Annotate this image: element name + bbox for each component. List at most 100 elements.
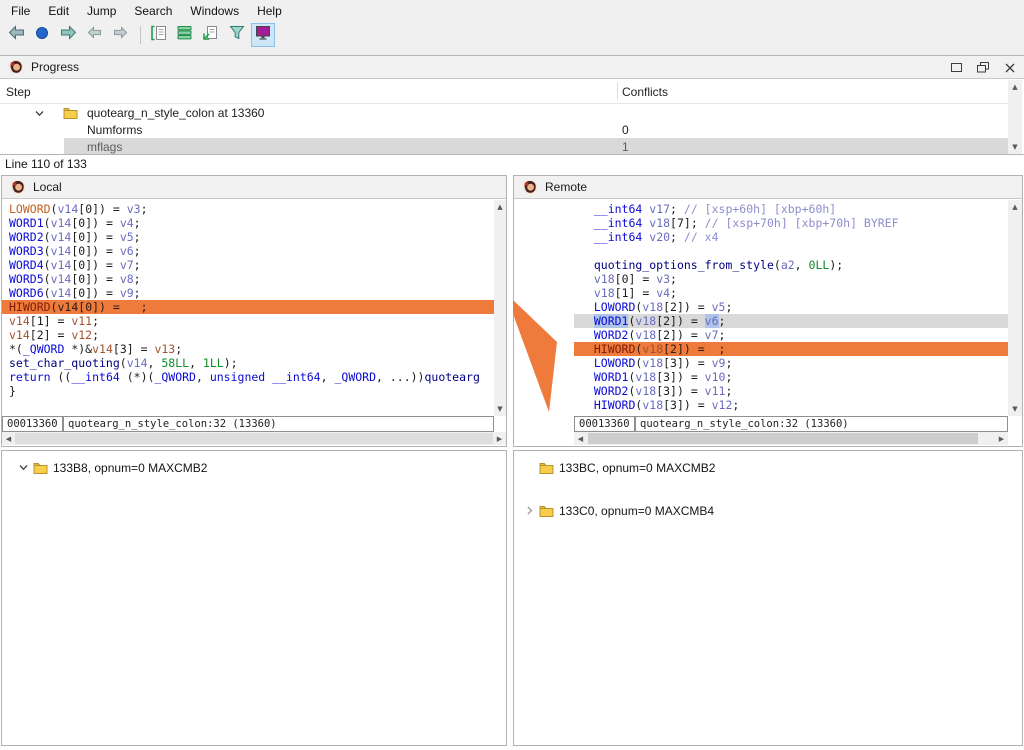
code-line[interactable]: WORD1(v18[2]) = v6;: [574, 314, 1008, 328]
scroll-down-icon[interactable]: ▼: [1008, 402, 1022, 416]
code-line[interactable]: }: [2, 384, 494, 398]
local-code: LOWORD(v14[0]) = v3;WORD1(v14[0]) = v4;W…: [2, 200, 494, 416]
local-pane-header[interactable]: Local: [2, 176, 506, 199]
code-line[interactable]: __int64 v17; // [xsp+60h] [xbp+60h]: [574, 202, 1008, 216]
menu-edit[interactable]: Edit: [39, 1, 78, 21]
menu-windows[interactable]: Windows: [181, 1, 248, 21]
expander-open-icon[interactable]: [16, 462, 30, 473]
code-line[interactable]: LOWORD(v18[3]) = v9;: [574, 356, 1008, 370]
code-line[interactable]: WORD2(v18[3]) = v11;: [574, 384, 1008, 398]
code-line[interactable]: v18[1] = v4;: [574, 286, 1008, 300]
remote-address: 00013360: [574, 416, 635, 432]
code-line[interactable]: v18[0] = v3;: [574, 272, 1008, 286]
code-line[interactable]: v14[2] = v12;: [2, 328, 494, 342]
code-line[interactable]: WORD2(v18[2]) = v7;: [574, 328, 1008, 342]
jump-back-icon: [87, 26, 102, 44]
folder-icon: [63, 106, 78, 122]
expander-closed-icon[interactable]: [522, 505, 536, 516]
merge-list-icon: [176, 25, 194, 46]
jump-forward-button[interactable]: [108, 23, 132, 47]
progress-row[interactable]: mflags1: [0, 138, 1008, 155]
tree-item[interactable]: 133BC, opnum=0 MAXCMB2: [514, 459, 715, 476]
local-hscrollbar[interactable]: ◀ ▶: [2, 432, 506, 445]
code-line[interactable]: [574, 244, 1008, 258]
menu-file[interactable]: File: [2, 1, 39, 21]
remote-hscrollbar[interactable]: ◀ ▶: [574, 432, 1008, 445]
code-line[interactable]: quoting_options_from_style(a2, 0LL);: [574, 258, 1008, 272]
code-line[interactable]: WORD5(v14[0]) = v8;: [2, 272, 494, 286]
code-line[interactable]: set_char_quoting(v14, 58LL, 1LL);: [2, 356, 494, 370]
progress-row-value: 0: [622, 123, 629, 137]
scroll-right-icon[interactable]: ▶: [493, 432, 506, 445]
ida-icon: [10, 179, 26, 195]
scroll-left-icon[interactable]: ◀: [574, 432, 587, 445]
selection-highlight: [64, 138, 1008, 155]
nav-forward-icon: [60, 25, 77, 45]
merge-docs-icon: [150, 25, 168, 46]
ida-merge-window: FileEditJumpSearchWindowsHelp: [0, 0, 1024, 750]
code-line[interactable]: WORD2(v14[0]) = v5;: [2, 230, 494, 244]
local-address: 00013360: [2, 416, 63, 432]
scroll-left-icon[interactable]: ◀: [2, 432, 15, 445]
scroll-up-icon[interactable]: ▲: [1008, 200, 1022, 214]
jump-forward-icon: [113, 26, 128, 44]
scroll-up-icon[interactable]: ▲: [1008, 80, 1022, 94]
progress-scrollbar[interactable]: ▲ ▼: [1008, 80, 1022, 154]
scrollbar-thumb[interactable]: [15, 433, 493, 444]
merge-docs-button[interactable]: [147, 23, 171, 47]
scroll-down-icon[interactable]: ▼: [1008, 140, 1022, 154]
progress-rows: quotearg_n_style_colon at 13360Numforms0…: [0, 56, 1024, 154]
local-vscrollbar[interactable]: ▲ ▼: [494, 200, 506, 416]
tree-item-label: 133BC, opnum=0 MAXCMB2: [559, 461, 715, 475]
nav-back-button[interactable]: [4, 23, 28, 47]
code-line[interactable]: __int64 v20; // x4: [574, 230, 1008, 244]
nav-current-button[interactable]: [30, 23, 54, 47]
filter-funnel-button[interactable]: [225, 23, 249, 47]
local-pane-title: Local: [33, 180, 62, 194]
code-line[interactable]: HIWORD(v18[2]) = ;: [574, 342, 1008, 356]
remote-function-status: quotearg_n_style_colon:32 (13360): [635, 416, 1008, 432]
jump-back-button[interactable]: [82, 23, 106, 47]
code-line[interactable]: WORD4(v14[0]) = v7;: [2, 258, 494, 272]
progress-row[interactable]: Numforms0: [0, 121, 1008, 138]
scrollbar-thumb[interactable]: [588, 433, 978, 444]
scroll-down-icon[interactable]: ▼: [494, 402, 506, 416]
menu-search[interactable]: Search: [125, 1, 181, 21]
progress-row[interactable]: quotearg_n_style_colon at 13360: [0, 104, 1008, 121]
code-line[interactable]: HIWORD(v14[0]) = ;: [2, 300, 494, 314]
code-line[interactable]: v14[1] = v11;: [2, 314, 494, 328]
scroll-up-icon[interactable]: ▲: [494, 200, 506, 214]
filter-funnel-icon: [228, 25, 246, 46]
code-line[interactable]: WORD3(v14[0]) = v6;: [2, 244, 494, 258]
code-line[interactable]: __int64 v18[7]; // [xsp+70h] [xbp+70h] B…: [574, 216, 1008, 230]
menu-jump[interactable]: Jump: [78, 1, 125, 21]
remote-pane-header[interactable]: Remote: [514, 176, 1022, 199]
doc-export-button[interactable]: [199, 23, 223, 47]
nav-forward-button[interactable]: [56, 23, 80, 47]
tree-item-label: 133C0, opnum=0 MAXCMB4: [559, 504, 714, 518]
window-chrome: FileEditJumpSearchWindowsHelp: [0, 0, 1024, 55]
expander-open-icon[interactable]: [34, 108, 45, 122]
menu-help[interactable]: Help: [248, 1, 291, 21]
scroll-right-icon[interactable]: ▶: [995, 432, 1008, 445]
code-line[interactable]: LOWORD(v14[0]) = v3;: [2, 202, 494, 216]
code-line[interactable]: LOWORD(v18[2]) = v5;: [574, 300, 1008, 314]
tree-item[interactable]: 133B8, opnum=0 MAXCMB2: [2, 459, 207, 476]
remote-vscrollbar[interactable]: ▲ ▼: [1008, 200, 1022, 416]
code-line[interactable]: HIWORD(v18[3]) = v12;: [574, 398, 1008, 412]
doc-export-icon: [202, 25, 220, 46]
code-line[interactable]: *(_QWORD *)&v14[3] = v13;: [2, 342, 494, 356]
toolbar-separator: [140, 26, 141, 44]
code-line[interactable]: WORD1(v18[3]) = v10;: [574, 370, 1008, 384]
progress-row-label: mflags: [87, 140, 122, 154]
code-line[interactable]: WORD1(v14[0]) = v4;: [2, 216, 494, 230]
remote-tree-panel: 133BC, opnum=0 MAXCMB2 133C0, opnum=0 MAX…: [513, 450, 1023, 746]
code-line[interactable]: return ((__int64 (*)(_QWORD, unsigned __…: [2, 370, 494, 384]
menubar: FileEditJumpSearchWindowsHelp: [0, 0, 1024, 21]
code-line[interactable]: WORD6(v14[0]) = v9;: [2, 286, 494, 300]
tree-item[interactable]: 133C0, opnum=0 MAXCMB4: [514, 502, 714, 519]
ida-icon: [522, 179, 538, 195]
remote-pane: Remote __int64 v17; // [xsp+60h] [xbp+60…: [513, 175, 1023, 447]
merge-list-button[interactable]: [173, 23, 197, 47]
merge-view-button[interactable]: [251, 23, 275, 47]
